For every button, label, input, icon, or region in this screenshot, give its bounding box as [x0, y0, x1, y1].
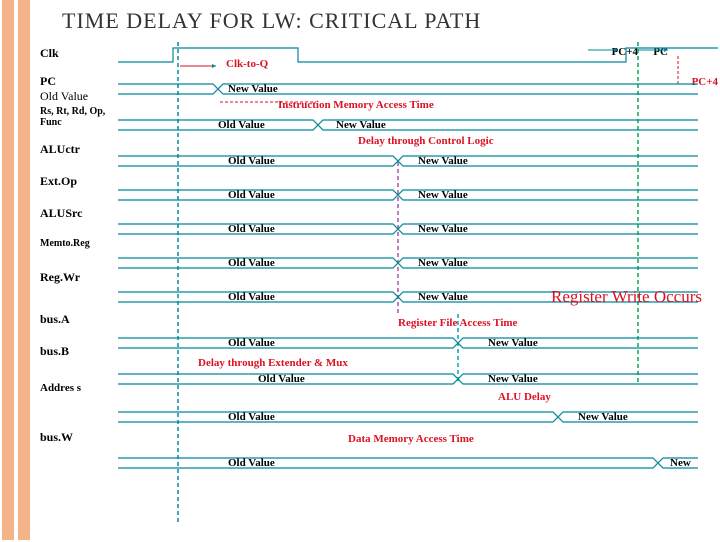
row-rs: Rs, Rt, Rd, Op, Func	[40, 106, 110, 128]
row-busw: bus.W	[40, 430, 110, 445]
row-address: Addres s	[40, 382, 110, 394]
row-alusrc: ALUSrc	[40, 206, 110, 221]
row-clk: Clk	[40, 46, 110, 61]
svg-text:New: New	[670, 457, 691, 469]
register-write-label: Register Write Occurs	[551, 288, 702, 307]
row-busb: bus.B	[40, 344, 110, 359]
row-pc: PCOld Value	[40, 74, 110, 104]
timing-diagram-slide: TIME DELAY FOR LW: CRITICAL PATH PC+4 PC…	[0, 0, 720, 540]
slide-title: TIME DELAY FOR LW: CRITICAL PATH	[62, 8, 708, 34]
row-memtoreg: Memto.Reg	[40, 238, 110, 249]
svg-text:Old Value: Old Value	[228, 457, 275, 469]
row-regwr: Reg.Wr	[40, 270, 110, 285]
row-extop: Ext.Op	[40, 174, 110, 189]
decor-stripe	[18, 0, 30, 540]
row-aluctr: ALUctr	[40, 142, 110, 157]
row-busa: bus.A	[40, 312, 110, 327]
decor-stripe	[2, 0, 14, 540]
